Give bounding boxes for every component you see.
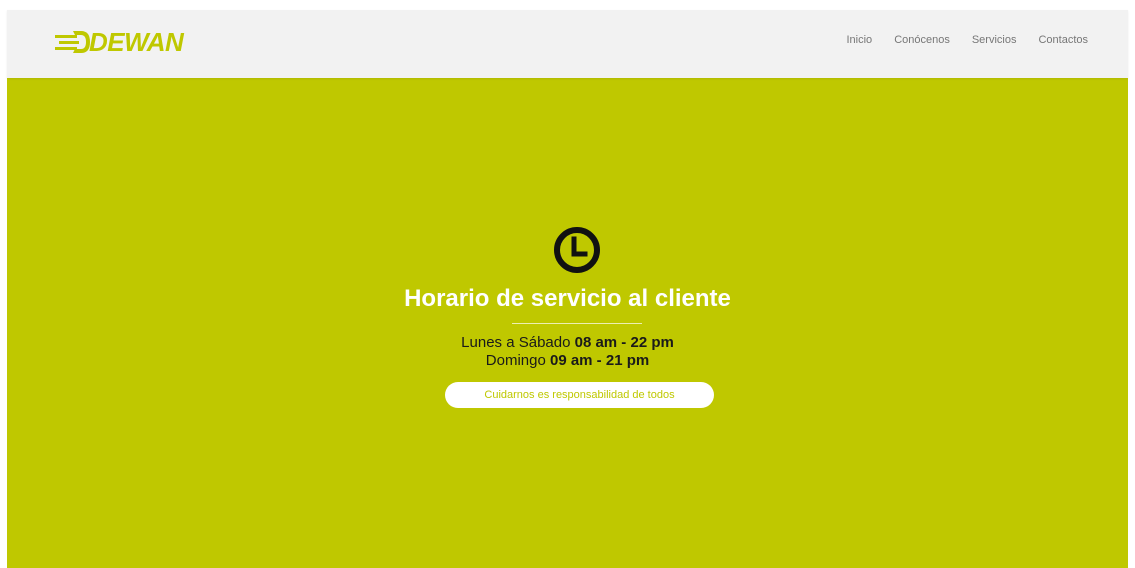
clock-icon <box>554 227 600 273</box>
schedule-weekdays: Lunes a Sábado 08 am - 22 pm <box>7 334 1128 352</box>
page-frame: DEWAN Inicio Conócenos Servicios Contact… <box>7 10 1128 568</box>
navbar: DEWAN Inicio Conócenos Servicios Contact… <box>7 10 1128 78</box>
schedule-sunday: Domingo 09 am - 21 pm <box>7 352 1128 370</box>
weekday-label: Lunes a Sábado <box>461 334 571 351</box>
tagline-badge: Cuidarnos es responsabilidad de todos <box>445 382 714 408</box>
nav-link-servicios[interactable]: Servicios <box>972 34 1017 46</box>
logo-speed-lines-icon <box>55 31 90 53</box>
title-divider <box>512 323 642 324</box>
sunday-label: Domingo <box>485 352 546 369</box>
hero-title: Horario de servicio al cliente <box>404 285 731 312</box>
sunday-hours: 09 am - 21 pm <box>549 352 650 369</box>
nav-link-inicio[interactable]: Inicio <box>847 34 873 46</box>
nav-menu: Inicio Conócenos Servicios Contactos <box>847 34 1089 46</box>
logo[interactable]: DEWAN <box>55 24 184 60</box>
weekday-hours: 08 am - 22 pm <box>574 334 674 351</box>
nav-link-contactos[interactable]: Contactos <box>1038 34 1088 46</box>
hero-section: Horario de servicio al cliente Lunes a S… <box>7 78 1128 568</box>
logo-text: DEWAN <box>89 27 184 57</box>
nav-link-conocenos[interactable]: Conócenos <box>894 34 950 46</box>
